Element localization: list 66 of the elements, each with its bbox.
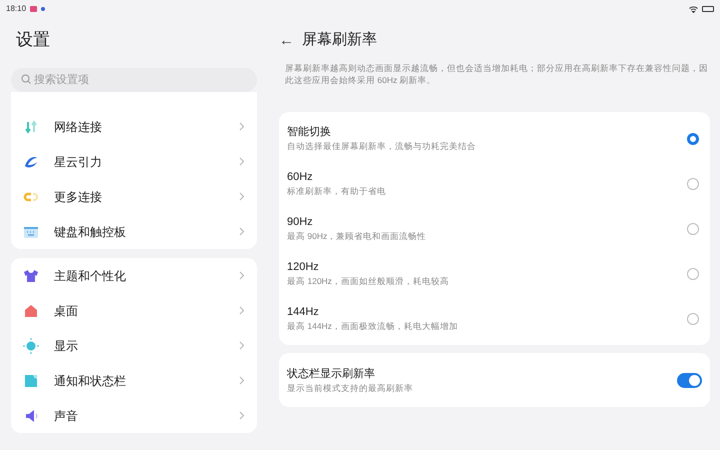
radio-button[interactable]: [687, 132, 699, 144]
option-label: 120Hz: [287, 260, 320, 275]
sun-icon: [23, 338, 39, 354]
settings-item-label: 网络连接: [54, 118, 103, 136]
settings-item[interactable]: 桌面: [11, 293, 257, 328]
chevron-icon: [239, 157, 245, 166]
description-text: 屏幕刷新率越高则动态画面显示越流畅，但也会适当增加耗电；部分应用在高刷新率下存在兼容性问题，因此这些应用会始终采用 60Hz 刷新率。: [285, 62, 709, 86]
house-icon: [23, 302, 39, 318]
settings-item-label: 桌面: [54, 302, 79, 320]
toggle-switch[interactable]: [677, 372, 702, 388]
chevron-icon: [239, 306, 245, 315]
option-description: 最高 90Hz，兼顾省电和画面流畅性: [287, 230, 428, 242]
settings-item-label: 主题和个性化: [54, 268, 127, 284]
option-description: 自动选择最佳屏幕刷新率，流畅与功耗完美结合: [287, 140, 477, 152]
chevron-icon: [239, 341, 245, 350]
option-description: 最高 144Hz，画面极致流畅，耗电大幅增加: [287, 320, 459, 332]
option-label: 60Hz: [287, 170, 314, 185]
settings-item[interactable]: 主题和个性化: [11, 258, 257, 293]
notification-icon: [23, 372, 39, 388]
settings-item[interactable]: 更多连接: [11, 179, 257, 214]
speaker-icon: [23, 408, 39, 424]
settings-item-label: 更多连接: [54, 188, 103, 206]
option-label: 智能切换: [287, 125, 332, 140]
settings-item-label: 显示: [54, 338, 79, 354]
chevron-icon: [239, 192, 245, 201]
chevron-icon: [239, 271, 245, 280]
option-label: 144Hz: [287, 305, 320, 320]
refresh-option[interactable]: 144Hz 最高 144Hz，画面极致流畅，耗电大幅增加: [279, 296, 710, 341]
radio-button[interactable]: [687, 178, 699, 190]
toggle-label: 状态栏显示刷新率: [287, 366, 376, 382]
option-description: 标准刷新率，有助于省电: [287, 185, 387, 197]
chevron-icon: [239, 227, 245, 236]
settings-item-label: 通知和状态栏: [54, 372, 127, 390]
chevron-icon: [239, 411, 245, 420]
arrows-icon: [23, 118, 39, 134]
toggle-description: 显示当前模式支持的最高刷新率: [287, 382, 414, 394]
chevron-icon: [239, 376, 245, 385]
search-field[interactable]: 搜索设置项: [11, 68, 257, 92]
settings-item-label: 声音: [54, 408, 79, 424]
battery-icon: [702, 6, 714, 12]
settings-item[interactable]: 显示: [11, 328, 257, 363]
option-label: 90Hz: [287, 215, 314, 230]
settings-item-label: 键盘和触控板: [54, 224, 127, 240]
refresh-option[interactable]: 90Hz 最高 90Hz，兼顾省电和画面流畅性: [279, 206, 710, 251]
refresh-option[interactable]: 智能切换 自动选择最佳屏幕刷新率，流畅与功耗完美结合: [279, 116, 710, 161]
refresh-option[interactable]: 60Hz 标准刷新率，有助于省电: [279, 161, 710, 206]
page-title: 屏幕刷新率: [302, 30, 377, 50]
settings-item[interactable]: 网络连接: [11, 109, 257, 144]
settings-item[interactable]: 星云引力: [11, 144, 257, 179]
radio-button[interactable]: [687, 268, 699, 280]
option-description: 最高 120Hz，画面如丝般顺滑，耗电较高: [287, 275, 450, 287]
refresh-option[interactable]: 120Hz 最高 120Hz，画面如丝般顺滑，耗电较高: [279, 251, 710, 296]
settings-item[interactable]: 通知和状态栏: [11, 363, 257, 398]
app-notification-icon: [30, 6, 38, 12]
settings-item[interactable]: 声音: [11, 398, 257, 433]
back-button[interactable]: ←: [279, 32, 294, 48]
radio-button[interactable]: [687, 312, 699, 324]
shirt-icon: [23, 268, 39, 284]
search-icon: [21, 74, 31, 84]
wifi-icon: [689, 6, 698, 12]
radio-button[interactable]: [687, 222, 699, 234]
chevron-icon: [239, 122, 245, 131]
sidebar-title: 设置: [16, 29, 51, 51]
status-time: 18:10: [6, 3, 26, 15]
settings-item-label: 星云引力: [54, 154, 103, 170]
settings-item[interactable]: 键盘和触控板: [11, 214, 257, 249]
